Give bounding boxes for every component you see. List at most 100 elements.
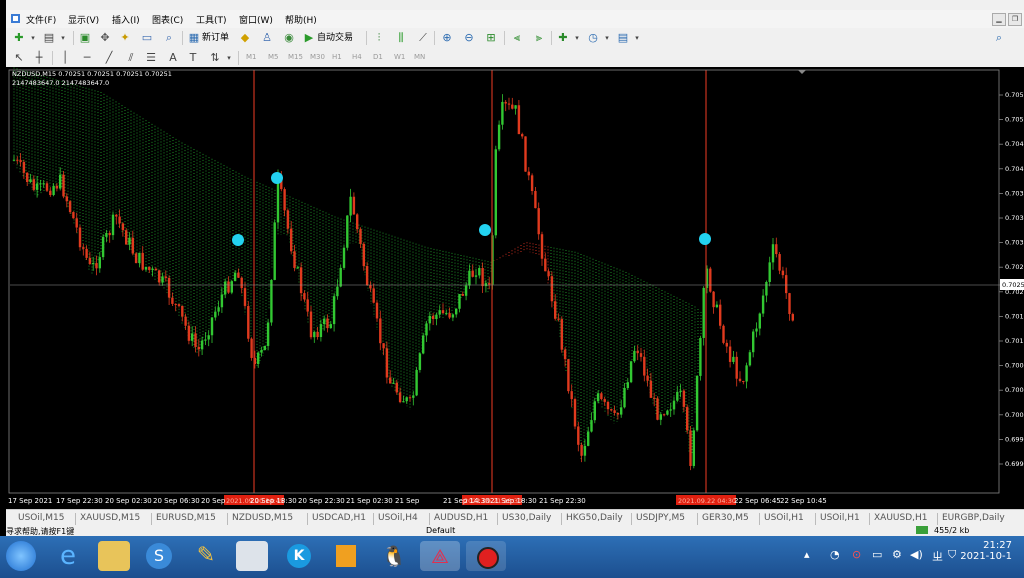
recorder-icon[interactable] [466, 541, 506, 571]
dropdown-icon[interactable]: ▾ [26, 31, 40, 45]
symbol-tab[interactable]: USDJPY,M5 [636, 513, 685, 523]
search-icon[interactable]: ⌕ [992, 31, 1006, 45]
auto-trading-button[interactable]: 自动交易 [317, 31, 353, 45]
sogou-icon[interactable]: S [144, 541, 176, 571]
timeframe-h1[interactable]: H1 [332, 53, 342, 61]
chart-shift-icon[interactable]: ⫷ [510, 31, 524, 45]
symbol-tab[interactable]: AUDUSD,H1 [434, 513, 488, 523]
qq-icon[interactable]: 🐧 [378, 541, 410, 571]
candle-body [580, 444, 583, 456]
new-chart-icon[interactable]: ✚ [12, 31, 26, 45]
calculator-icon[interactable] [236, 541, 268, 571]
terminal-icon[interactable]: ▭ [140, 31, 154, 45]
ie-icon[interactable]: e [52, 541, 84, 571]
templates-icon[interactable]: ▤ [616, 31, 630, 45]
symbol-tab[interactable]: USOil,H1 [764, 513, 804, 523]
trendline-icon[interactable]: ╱ [102, 51, 116, 65]
start-button[interactable] [6, 541, 36, 571]
text-label-icon[interactable]: T [186, 51, 200, 65]
fibonacci-icon[interactable]: ☰ [144, 51, 158, 65]
arrows-icon[interactable]: ⇅ [208, 51, 222, 65]
show-hidden-icons[interactable]: ▴ [804, 548, 810, 561]
user-icon[interactable]: ♙ [260, 31, 274, 45]
line-chart-icon[interactable]: ⟋ [416, 31, 430, 45]
autoscroll-icon[interactable]: ⫸ [532, 31, 546, 45]
strategy-tester-icon[interactable]: ⌕ [162, 31, 176, 45]
menu-help[interactable]: 帮助(H) [285, 13, 317, 26]
menu-file[interactable]: 文件(F) [26, 13, 56, 26]
timeframe-w1[interactable]: W1 [394, 53, 405, 61]
market-watch-icon[interactable]: ▣ [78, 31, 92, 45]
symbol-tab[interactable]: NZDUSD,M15 [232, 513, 293, 523]
clock[interactable]: 21:27 2021-10-1 [960, 540, 1012, 562]
security-icon[interactable]: ⛉ [948, 548, 956, 562]
symbol-tab[interactable]: EURGBP,Daily [942, 513, 1005, 523]
zoom-out-icon[interactable]: ⊖ [462, 31, 476, 45]
symbol-tab[interactable]: USOil,M15 [18, 513, 64, 523]
timeframe-m30[interactable]: M30 [310, 53, 325, 61]
dropdown-icon[interactable]: ▾ [222, 51, 236, 65]
candlestick-icon[interactable]: ⫼ [394, 31, 408, 45]
dropdown-icon[interactable]: ▾ [600, 31, 614, 45]
tile-windows-icon[interactable]: ⊞ [484, 31, 498, 45]
menu-tools[interactable]: 工具(T) [196, 13, 227, 26]
timeframe-m1[interactable]: M1 [246, 53, 257, 61]
language-icon[interactable]: ㄓ [932, 548, 943, 564]
auto-trading-icon[interactable]: ▶ [302, 31, 316, 45]
menu-window[interactable]: 窗口(W) [239, 13, 273, 26]
dropdown-icon[interactable]: ▾ [56, 31, 70, 45]
volume-icon[interactable]: ◀) [910, 548, 923, 561]
media-player-icon[interactable] [330, 541, 362, 571]
profiles-icon[interactable]: ▤ [42, 31, 56, 45]
minimize-button[interactable]: ▁ [992, 13, 1006, 26]
cursor-icon[interactable]: ↖ [12, 51, 26, 65]
signals-icon[interactable]: ◉ [282, 31, 296, 45]
channel-icon[interactable]: ⫽ [124, 51, 138, 65]
menu-charts[interactable]: 图表(C) [152, 13, 183, 26]
mt4-taskbar-icon[interactable]: ⟁ [420, 541, 460, 571]
window-tray-icon[interactable]: ▭ [872, 548, 882, 561]
symbol-tab[interactable]: GER30,M5 [702, 513, 749, 523]
timeframe-mn[interactable]: MN [414, 53, 425, 61]
restore-button[interactable]: ❐ [1008, 13, 1022, 26]
explorer-icon[interactable] [98, 541, 130, 571]
periods-icon[interactable]: ◷ [586, 31, 600, 45]
horizontal-line-icon[interactable]: ─ [80, 51, 94, 65]
indicators-icon[interactable]: ✚ [556, 31, 570, 45]
menu-insert[interactable]: 插入(I) [112, 13, 140, 26]
symbol-tab[interactable]: EURUSD,M15 [156, 513, 216, 523]
timeframe-d1[interactable]: D1 [373, 53, 383, 61]
data-window-icon[interactable]: ✥ [98, 31, 112, 45]
symbol-tab[interactable]: XAUUSD,H1 [874, 513, 928, 523]
price-chart[interactable]: 2021.09.20 14:45 2021.09.21 10:30 2021.09.… [6, 67, 1024, 509]
new-order-button[interactable]: 新订单 [202, 31, 229, 45]
crosshair-icon[interactable]: ┼ [32, 51, 46, 65]
timeframe-m15[interactable]: M15 [288, 53, 303, 61]
timeframe-m5[interactable]: M5 [268, 53, 279, 61]
settings-tray-icon[interactable]: ⚙ [892, 548, 902, 561]
navigator-icon[interactable]: ✦ [118, 31, 132, 45]
bar-chart-icon[interactable]: ⫶ [372, 31, 386, 45]
candle-body [283, 189, 286, 211]
timeframe-h4[interactable]: H4 [352, 53, 362, 61]
k-app-icon[interactable]: K [284, 541, 316, 571]
record-tray-icon[interactable]: ⊙ [852, 548, 861, 561]
zoom-in-icon[interactable]: ⊕ [440, 31, 454, 45]
symbol-tab[interactable]: US30,Daily [502, 513, 551, 523]
dropdown-icon[interactable]: ▾ [630, 31, 644, 45]
symbol-tab[interactable]: USDCAD,H1 [312, 513, 366, 523]
chart-canvas[interactable]: 2021.09.20 14:45 2021.09.21 10:30 2021.09.… [6, 67, 1024, 509]
metaeditor-icon[interactable]: ◆ [238, 31, 252, 45]
dropdown-icon[interactable]: ▾ [570, 31, 584, 45]
symbol-tab[interactable]: XAUUSD,M15 [80, 513, 140, 523]
wifi-icon[interactable]: ◔ [830, 548, 840, 561]
menu-view[interactable]: 显示(V) [68, 13, 99, 26]
symbol-tab[interactable]: USOil,H1 [820, 513, 860, 523]
new-order-icon[interactable]: ▦ [187, 31, 201, 45]
text-icon[interactable]: A [166, 51, 180, 65]
event-time-label: 2021.09.22 04:30 [678, 497, 736, 505]
paint-icon[interactable]: ✎ [190, 541, 222, 571]
vertical-line-icon[interactable]: │ [58, 51, 72, 65]
symbol-tab[interactable]: HKG50,Daily [566, 513, 623, 523]
symbol-tab[interactable]: USOil,H4 [378, 513, 418, 523]
